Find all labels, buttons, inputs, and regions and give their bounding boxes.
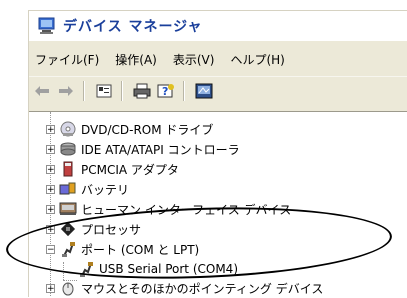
back-arrow-icon[interactable] xyxy=(31,80,53,102)
menu-file[interactable]: ファイル(F) xyxy=(29,51,109,68)
ide-controller-icon xyxy=(59,141,77,157)
computer-monitor-icon xyxy=(37,16,57,36)
tree-item-dvd[interactable]: + DVD/CD-ROM ドライブ xyxy=(46,119,213,139)
menu-view[interactable]: 表示(V) xyxy=(167,51,225,68)
toolbar-separator xyxy=(183,81,185,101)
tree-item-pcmcia[interactable]: + PCMCIA アダプタ xyxy=(46,159,179,179)
expand-toggle[interactable]: + xyxy=(46,283,55,293)
menu-action[interactable]: 操作(A) xyxy=(109,51,167,68)
expand-toggle[interactable]: + xyxy=(46,184,55,194)
battery-icon xyxy=(59,181,77,197)
tree-item-label: DVD/CD-ROM ドライブ xyxy=(81,122,214,137)
properties-icon[interactable] xyxy=(93,80,115,102)
scan-hardware-icon[interactable] xyxy=(193,80,215,102)
pcmcia-icon xyxy=(59,161,77,177)
expand-toggle[interactable]: + xyxy=(46,144,55,154)
window-title: デバイス マネージャ xyxy=(63,19,203,35)
toolbar-separator xyxy=(121,81,123,101)
menu-bar: ファイル(F) 操作(A) 表示(V) ヘルプ(H) xyxy=(29,48,407,70)
dvd-drive-icon xyxy=(59,121,77,137)
tree-item-label: バッテリ xyxy=(81,182,130,197)
title-bar[interactable]: デバイス マネージャ xyxy=(29,11,407,41)
tree-item-label: IDE ATA/ATAPI コントローラ xyxy=(81,142,240,157)
forward-arrow-icon[interactable] xyxy=(55,80,77,102)
toolbar-separator xyxy=(83,81,85,101)
tree-item-mouse[interactable]: + マウスとそのほかのポインティング デバイス xyxy=(46,278,323,298)
expand-toggle[interactable]: + xyxy=(46,164,55,174)
toolbar: ? xyxy=(29,76,407,105)
tree-item-label: PCMCIA アダプタ xyxy=(81,162,179,177)
tree-item-label: マウスとそのほかのポインティング デバイス xyxy=(81,281,324,296)
menu-help[interactable]: ヘルプ(H) xyxy=(224,51,294,68)
expand-toggle[interactable]: + xyxy=(46,124,55,134)
svg-text:?: ? xyxy=(162,85,168,98)
tree-item-battery[interactable]: + バッテリ xyxy=(46,179,129,199)
help-icon[interactable]: ? xyxy=(155,80,177,102)
print-icon[interactable] xyxy=(131,80,153,102)
expand-toggle[interactable]: + xyxy=(46,204,55,214)
hid-icon xyxy=(59,201,77,217)
mouse-icon xyxy=(59,280,77,296)
tree-item-ide[interactable]: + IDE ATA/ATAPI コントローラ xyxy=(46,139,240,159)
